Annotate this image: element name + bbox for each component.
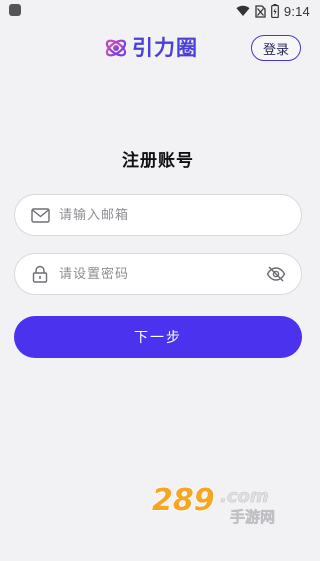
watermark-logo: 289 .com 手游网 <box>151 482 275 526</box>
password-field[interactable] <box>14 253 302 295</box>
atom-logo-icon <box>105 39 127 57</box>
battery-icon <box>270 4 279 18</box>
brand-logo: 引力圈 <box>104 34 198 62</box>
watermark-com: .com <box>220 486 269 507</box>
password-input[interactable] <box>59 266 265 282</box>
email-input[interactable] <box>59 207 301 223</box>
lock-icon <box>30 264 50 284</box>
brand-name: 引力圈 <box>132 36 198 60</box>
page-title: 注册账号 <box>122 151 194 171</box>
eye-off-icon[interactable] <box>265 263 287 285</box>
app-header: 引力圈 登录 <box>0 28 316 70</box>
watermark-number: 289 <box>152 483 215 518</box>
status-icons: 9:14 <box>236 2 310 20</box>
no-sim-icon <box>255 4 266 18</box>
watermark-cn: 手游网 <box>230 508 275 526</box>
login-button[interactable]: 登录 <box>251 35 301 61</box>
wifi-icon <box>236 5 250 16</box>
app-notification-icon <box>9 4 21 16</box>
email-field[interactable] <box>14 194 302 236</box>
next-step-button[interactable]: 下一步 <box>14 316 302 358</box>
status-time: 9:14 <box>283 3 310 19</box>
mail-icon <box>30 205 50 225</box>
status-bar: 9:14 <box>0 0 316 22</box>
